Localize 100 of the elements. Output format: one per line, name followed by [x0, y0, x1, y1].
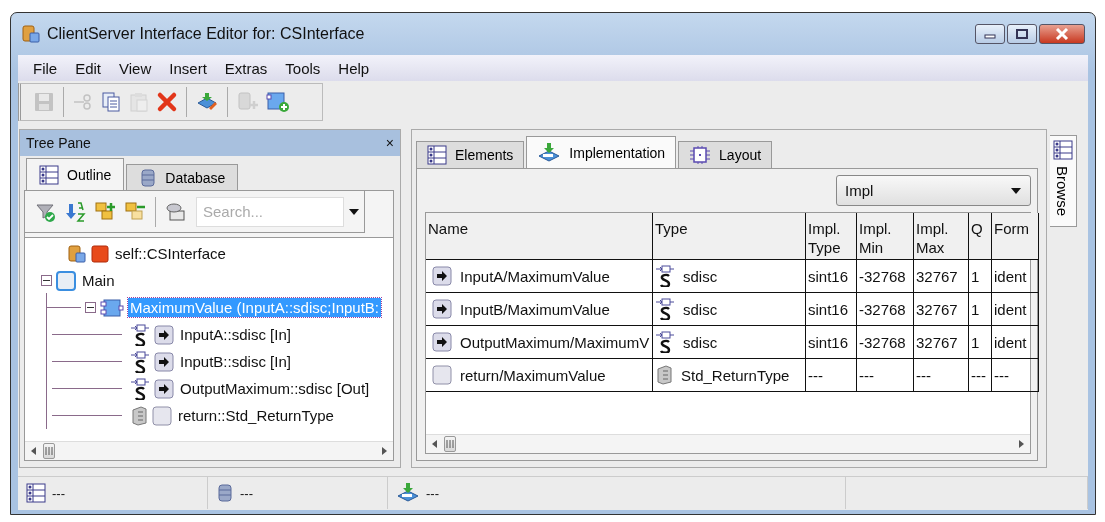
signal-icon	[130, 350, 150, 373]
table-cell: ident	[994, 267, 1027, 285]
save-icon	[33, 91, 55, 113]
table-cell: return/MaximumValue	[460, 366, 606, 384]
signal-icon	[655, 298, 675, 320]
table-cell: -32768	[859, 333, 906, 351]
table-cell: InputB/MaximumValue	[460, 300, 610, 318]
add-block-button[interactable]	[266, 91, 290, 113]
menu-item[interactable]: File	[24, 59, 67, 77]
dropdown[interactable]: Impl	[836, 175, 1031, 206]
add-database-icon	[236, 91, 260, 113]
app-icon	[67, 243, 87, 264]
menu-item[interactable]: Help	[329, 59, 379, 77]
table-cell: sdisc	[683, 267, 718, 285]
tree-line	[52, 415, 122, 416]
search-field[interactable]: Search...	[196, 196, 344, 227]
menu-item[interactable]: View	[110, 59, 161, 77]
table-cell: OutputMaximum/MaximumV	[460, 333, 650, 351]
column-header[interactable]: Q	[968, 213, 992, 260]
minimize-button[interactable]	[975, 24, 1005, 44]
copy-icon	[100, 91, 122, 113]
signal-icon	[655, 331, 675, 353]
list-icon	[427, 145, 447, 165]
collapse-icon[interactable]	[41, 275, 52, 286]
expand-all-button[interactable]	[95, 200, 117, 223]
tab[interactable]: Outline	[26, 158, 125, 190]
close-button[interactable]	[1039, 24, 1085, 44]
status-text: ---	[426, 485, 439, 501]
tree-item[interactable]: InputB::sdisc [In]	[178, 352, 293, 371]
tab[interactable]: Implementation	[526, 136, 677, 168]
tree-item[interactable]: OutputMaximum::sdisc [Out]	[178, 379, 372, 398]
table-cell: 1	[971, 267, 980, 285]
table-cell: 32767	[916, 333, 958, 351]
horizontal-scrollbar[interactable]	[25, 441, 393, 460]
tree-item[interactable]: Main	[80, 271, 117, 290]
table-cell: -32768	[859, 300, 906, 318]
grip-icon	[445, 440, 455, 448]
search-options-button[interactable]	[164, 200, 188, 223]
copy-button[interactable]	[100, 91, 122, 113]
implementation-icon	[537, 141, 562, 164]
implementation-icon	[396, 482, 420, 504]
column-header[interactable]: Form	[991, 213, 1039, 260]
cylinder-icon	[655, 365, 673, 385]
add-block-icon	[266, 91, 290, 113]
column-header[interactable]: Type	[652, 213, 806, 260]
close-button[interactable]: ×	[385, 135, 394, 151]
column-header[interactable]: Impl. Max	[913, 213, 969, 260]
tree-item[interactable]: return::Std_ReturnType	[176, 406, 336, 425]
horizontal-scrollbar[interactable]	[426, 434, 1030, 453]
right-arrow-icon	[1018, 440, 1024, 448]
signal-icon	[130, 377, 150, 400]
caret-icon	[1010, 186, 1022, 195]
chip-icon	[689, 145, 712, 165]
search-options-icon	[164, 200, 188, 223]
table-cell: ---	[916, 366, 931, 384]
scissors-icon	[72, 91, 94, 113]
tree-item[interactable]: InputA::sdisc [In]	[178, 325, 293, 344]
menu-item[interactable]: Tools	[276, 59, 330, 77]
table-cell: 32767	[916, 300, 958, 318]
caret-icon[interactable]	[348, 207, 360, 216]
sort-icon	[65, 200, 87, 223]
maximize-icon	[1016, 29, 1028, 39]
table-cell: sint16	[808, 267, 849, 285]
column-header[interactable]: Impl. Min	[856, 213, 914, 260]
column-header[interactable]: Impl. Type	[805, 213, 857, 260]
column-header[interactable]: Name	[426, 213, 653, 260]
tab[interactable]: Elements	[416, 141, 525, 168]
delete-icon	[156, 91, 178, 113]
table-cell: sdisc	[683, 333, 718, 351]
tab[interactable]: Database	[126, 164, 239, 190]
synchronize-button[interactable]	[195, 91, 219, 113]
status-text: ---	[52, 485, 65, 501]
collapse-all-button[interactable]	[125, 200, 147, 223]
tree-line	[52, 361, 122, 362]
pane-title: Tree Pane	[26, 135, 91, 151]
tree-line	[52, 388, 122, 389]
left-arrow-icon	[31, 447, 37, 455]
table-cell: 32767	[916, 267, 958, 285]
collapse-icon[interactable]	[85, 302, 96, 313]
menu-item[interactable]: Insert	[160, 59, 216, 77]
tree-item[interactable]: self::CSInterface	[113, 244, 228, 263]
sort-button[interactable]	[65, 200, 87, 223]
left-arrow-icon	[432, 440, 438, 448]
table-cell: ident	[994, 300, 1027, 318]
cylinder-icon	[130, 405, 148, 426]
tab[interactable]: Layout	[678, 141, 773, 168]
menu-item[interactable]: Edit	[66, 59, 111, 77]
app-icon	[21, 24, 41, 44]
expand-all-icon	[95, 200, 117, 223]
maximize-button[interactable]	[1007, 24, 1037, 44]
synchronize-icon	[195, 91, 219, 113]
rounded-square-icon	[56, 270, 76, 291]
status-text: ---	[240, 485, 253, 501]
menu-item[interactable]: Extras	[215, 59, 277, 77]
blank-square-icon	[432, 365, 452, 385]
function-block-icon	[100, 297, 124, 318]
side-tab[interactable]: Browse	[1049, 135, 1077, 228]
delete-button[interactable]	[156, 91, 178, 113]
table-cell: Std_ReturnType	[681, 366, 790, 384]
database-icon	[216, 483, 234, 503]
